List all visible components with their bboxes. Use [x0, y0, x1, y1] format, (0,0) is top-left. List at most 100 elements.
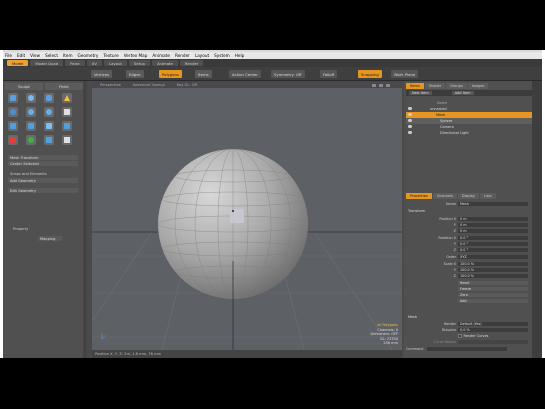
polygons-mode-button[interactable]: Polygons — [159, 70, 182, 78]
transform-tool-icon[interactable] — [62, 135, 72, 145]
pen-tool-icon[interactable] — [62, 107, 72, 117]
name-input[interactable]: Mesh — [458, 202, 528, 207]
menu-edit[interactable]: Edit — [17, 53, 25, 58]
menu-layout[interactable]: Layout — [195, 53, 209, 58]
cylinder-tool-icon[interactable] — [44, 93, 54, 103]
menu-texture[interactable]: Texture — [103, 53, 118, 58]
tab-model-quad[interactable]: Model Quad — [30, 60, 64, 66]
tab-paint[interactable]: Paint — [65, 60, 85, 66]
menu-vertex-map[interactable]: Vertex Map — [124, 53, 148, 58]
tab-properties[interactable]: Properties — [406, 193, 432, 199]
work-plane-dropdown[interactable]: Work Plane — [391, 70, 419, 78]
menu-view[interactable]: View — [30, 53, 40, 58]
bridge-tool-icon[interactable] — [44, 121, 54, 131]
bevel-tool-icon[interactable] — [8, 121, 18, 131]
transform-prop-input[interactable]: 0 m — [458, 223, 528, 228]
sphere-tool-icon[interactable] — [26, 93, 36, 103]
item-row-sphere[interactable]: Sphere — [406, 118, 532, 124]
tab-model[interactable]: Model — [7, 60, 29, 66]
menu-render[interactable]: Render — [175, 53, 190, 58]
tab-channels[interactable]: Channels — [432, 193, 457, 199]
snapping-button[interactable]: Snapping — [358, 70, 382, 78]
tab-shader[interactable]: Shader — [424, 83, 446, 89]
visibility-eye-icon[interactable] — [408, 113, 412, 117]
visibility-eye-icon[interactable] — [408, 131, 412, 135]
add-geometry-button[interactable]: Add Geometry — [8, 178, 78, 183]
freeze-button[interactable]: Freeze — [458, 287, 528, 292]
visibility-eye-icon[interactable] — [408, 107, 412, 111]
item-row-scene[interactable]: unnamed — [406, 106, 532, 112]
torus-tool-icon[interactable] — [26, 107, 36, 117]
move-tool-icon[interactable] — [8, 135, 18, 145]
tab-lists[interactable]: Lists — [479, 193, 496, 199]
tab-sculpt[interactable]: Sculpt — [5, 83, 43, 90]
cone-tool-icon[interactable] — [62, 93, 72, 103]
curve-radius-label: Curve Radius — [433, 340, 456, 344]
zero-button[interactable]: Zero — [458, 293, 528, 298]
item-row-light[interactable]: Directional Light — [406, 130, 532, 136]
edit-geometry-button[interactable]: Edit Geometry — [8, 188, 78, 193]
menu-geometry[interactable]: Geometry — [78, 53, 99, 58]
vertices-mode-button[interactable]: Vertices — [91, 70, 113, 78]
scale-tool-icon[interactable] — [44, 135, 54, 145]
menu-item[interactable]: Item — [63, 53, 73, 58]
item-row-camera[interactable]: Camera — [406, 124, 532, 130]
side-tab-strip[interactable] — [532, 81, 542, 358]
transform-prop-input[interactable]: 100.0 % — [458, 262, 528, 267]
loop-slice-tool-icon[interactable] — [62, 121, 72, 131]
center-selected-button[interactable]: Center Selected — [8, 161, 78, 166]
tab-animate[interactable]: Animate — [151, 60, 178, 66]
cube-tool-icon[interactable] — [8, 93, 18, 103]
reset-button[interactable]: Reset — [458, 281, 528, 286]
mesh-transform-button[interactable]: Mesh Transform — [8, 155, 78, 160]
tab-images[interactable]: Images — [467, 83, 489, 89]
transform-prop-input[interactable]: 0.0 ° — [458, 248, 528, 253]
menu-file[interactable]: File — [5, 53, 12, 58]
checkbox-box[interactable] — [458, 334, 462, 338]
tab-layout[interactable]: Layout — [103, 60, 127, 66]
falloff-dropdown[interactable]: Falloff — [320, 70, 338, 78]
tab-display[interactable]: Display — [457, 193, 479, 199]
tab-groups[interactable]: Groups — [446, 83, 467, 89]
transform-prop-input[interactable]: 0.0 ° — [458, 236, 528, 241]
toolbox-sidebar-strip[interactable] — [83, 81, 87, 358]
transform-prop-input[interactable]: 0 m — [458, 217, 528, 222]
capsule-tool-icon[interactable] — [8, 107, 18, 117]
dissolve-input[interactable]: 0.0 % — [458, 328, 528, 333]
tube-tool-icon[interactable] — [44, 107, 54, 117]
tab-items[interactable]: Items — [406, 83, 424, 89]
transform-prop-input[interactable]: 0 m — [458, 229, 528, 234]
visibility-eye-icon[interactable] — [408, 119, 412, 123]
visibility-eye-icon[interactable] — [408, 125, 412, 129]
rotate-tool-icon[interactable] — [26, 135, 36, 145]
action-center-dropdown[interactable]: Action Center — [229, 70, 261, 78]
render-dropdown[interactable]: Default (Yes) — [458, 322, 528, 327]
items-mode-button[interactable]: Items — [195, 70, 212, 78]
menu-animate[interactable]: Animate — [152, 53, 170, 58]
tab-render[interactable]: Render — [179, 60, 204, 66]
item-row-mesh[interactable]: Mesh — [406, 112, 532, 118]
curve-radius-input[interactable] — [458, 340, 528, 345]
command-input[interactable] — [427, 346, 508, 352]
new-item-button[interactable]: New Item — [409, 90, 432, 95]
extrude-tool-icon[interactable] — [26, 121, 36, 131]
menu-system[interactable]: System — [214, 53, 230, 58]
3d-viewport[interactable]: Perspective Advanced Opengl Ray GL: Off — [92, 81, 402, 350]
add-item-button[interactable]: Add Item — [451, 90, 474, 95]
add-button[interactable]: Add — [458, 299, 528, 304]
transform-prop-input[interactable]: 100.0 % — [458, 274, 528, 279]
symmetry-dropdown[interactable]: Symmetry: Off — [271, 70, 305, 78]
tab-setup[interactable]: Setup — [128, 60, 150, 66]
menu-help[interactable]: Help — [235, 53, 245, 58]
transform-prop-input[interactable]: XYZ — [458, 255, 528, 260]
tab-uv[interactable]: UV — [86, 60, 102, 66]
transform-prop-input[interactable]: 100.0 % — [458, 268, 528, 273]
edges-mode-button[interactable]: Edges — [126, 70, 144, 78]
render-curves-checkbox[interactable]: Render Curves — [458, 334, 528, 338]
property-dropdown[interactable]: Mapping — [38, 236, 62, 241]
vertices-label: Vertices — [94, 71, 110, 77]
tab-paint[interactable]: Paint — [45, 83, 83, 90]
transform-prop-input[interactable]: 0.0 ° — [458, 242, 528, 247]
menu-select[interactable]: Select — [45, 53, 58, 58]
items-label: Items — [198, 71, 209, 77]
